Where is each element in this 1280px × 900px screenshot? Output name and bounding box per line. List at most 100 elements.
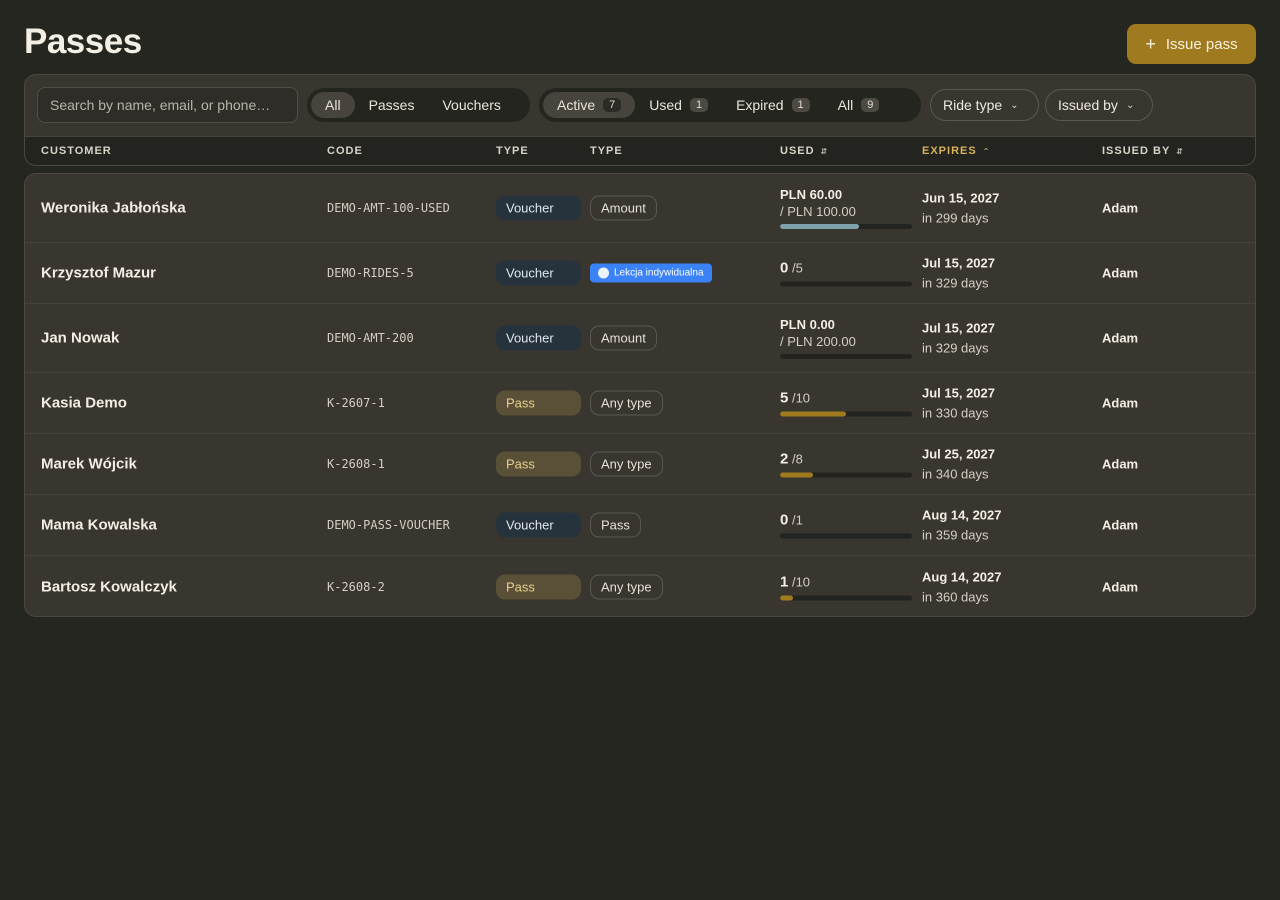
usage-cell: 2 /8 [780,451,912,478]
expiry-date: Jul 15, 2027 [922,255,995,271]
customer-name[interactable]: Kasia Demo [41,395,127,412]
ride-type-label: Ride type [943,97,1003,113]
pass-code: K-2608-1 [327,457,385,471]
expiry-relative: in 329 days [922,340,989,356]
usage-progress-bar [780,472,912,478]
status-filter-expired[interactable]: Expired 1 [722,92,824,118]
expires-cell: Jul 15, 2027 in 329 days [922,321,995,356]
kind-badge: Voucher [496,325,581,351]
expiry-relative: in 330 days [922,405,989,421]
total-amount: / PLN 200.00 [780,334,856,349]
expiry-relative: in 299 days [922,210,989,226]
column-header-subtype: TYPE [590,145,623,157]
usage-cell: 0 /1 [780,512,912,539]
issued-by-dropdown[interactable]: Issued by ⌄ [1045,89,1153,121]
column-header-issued-by[interactable]: ISSUED BY ⇵ [1102,145,1184,157]
table-row[interactable]: Krzysztof Mazur DEMO-RIDES-5 Voucher Lekcja… [25,243,1255,304]
issued-by: Adam [1102,200,1139,216]
status-filter-active[interactable]: Active 7 [543,92,636,118]
color-dot-icon [598,267,609,279]
used-count: 0 [780,511,789,529]
used-amount: PLN 0.00 [780,317,835,332]
kind-filter-vouchers[interactable]: Vouchers [428,92,514,118]
usage-progress-bar [780,354,912,359]
kind-filter: All Passes Vouchers [307,88,530,122]
total-amount: / PLN 100.00 [780,204,856,219]
issue-pass-button[interactable]: + Issue pass [1127,24,1256,64]
expires-cell: Jul 25, 2027 in 340 days [922,447,995,482]
usage-progress-bar [780,411,912,417]
used-count: 0 [780,259,789,277]
used-amount: PLN 60.00 [780,187,843,202]
status-count-badge: 9 [861,98,880,112]
pass-code: K-2607-1 [327,396,385,410]
total-count: /10 [791,574,811,589]
total-count: /1 [791,512,803,528]
pass-code: DEMO-RIDES-5 [327,266,414,280]
status-filter-used[interactable]: Used 1 [635,92,722,118]
customer-name[interactable]: Marek Wójcik [41,456,137,473]
chevron-down-icon: ⌄ [1010,99,1019,111]
table-row[interactable]: Kasia Demo K-2607-1 Pass Any type 5 /10 Jul 1… [25,373,1255,434]
expiry-date: Jun 15, 2027 [922,190,1000,206]
pass-code: K-2608-2 [327,579,385,594]
issued-by: Adam [1102,517,1139,533]
expiry-relative: in 359 days [922,527,989,543]
issued-by: Adam [1102,395,1139,411]
usage-cell: PLN 0.00 / PLN 200.00 [780,317,912,359]
usage-progress-bar [780,224,912,229]
usage-cell: 1 /10 [780,573,912,600]
filter-toolbar: All Passes Vouchers Active7 Used1 Expire… [24,74,1256,166]
table-row[interactable]: Jan Nowak DEMO-AMT-200 Voucher Amount PLN 0.… [25,304,1255,373]
lesson-type-badge: Lekcja indywidualna [590,263,712,283]
expiry-date: Aug 14, 2027 [922,569,1002,584]
pass-code: DEMO-AMT-100-USED [327,201,450,215]
table-row[interactable]: Weronika Jabłońska DEMO-AMT-100-USED Vouch… [25,174,1255,243]
table-row[interactable]: Marek Wójcik K-2608-1 Pass Any type 2 /8 Jul … [25,434,1255,495]
issued-by: Adam [1102,265,1139,281]
customer-name[interactable]: Mama Kowalska [41,517,157,534]
used-count: 1 [780,573,789,590]
column-header-expires[interactable]: EXPIRES ⌃ [922,145,990,157]
status-filter-all[interactable]: All 9 [824,92,894,118]
total-count: /10 [791,390,811,406]
status-filter: Active 7 Used 1 Expired 1 All 9 [539,88,921,122]
sort-icon: ⇵ [1176,146,1184,156]
subtype-badge: Amount [590,325,657,351]
ride-type-dropdown[interactable]: Ride type ⌄ [930,89,1039,121]
usage-progress-bar [780,281,912,287]
search-input[interactable] [37,87,298,123]
kind-filter-all[interactable]: All [311,92,355,118]
status-count-badge: 1 [689,98,709,112]
sort-ascending-icon: ⌃ [982,146,991,156]
kind-badge: Voucher [496,195,581,221]
table-row[interactable]: Mama Kowalska DEMO-PASS-VOUCHER Voucher Pas… [25,495,1255,556]
issued-by: Adam [1102,579,1139,594]
kind-filter-passes[interactable]: Passes [355,92,429,118]
expires-cell: Aug 14, 2027 in 359 days [922,508,1002,543]
customer-name[interactable]: Jan Nowak [41,330,119,347]
column-header-code: CODE [327,145,363,157]
kind-badge: Voucher [496,512,581,538]
column-header-used[interactable]: USED ⇵ [780,145,828,157]
status-count-badge: 7 [603,98,622,112]
total-count: /8 [791,451,803,467]
sort-icon: ⇵ [820,146,829,156]
usage-cell: PLN 60.00 / PLN 100.00 [780,187,912,229]
kind-badge: Pass [496,574,581,599]
expiry-date: Jul 25, 2027 [922,446,995,462]
expiry-date: Jul 15, 2027 [922,385,995,401]
customer-name[interactable]: Weronika Jabłońska [41,200,186,217]
usage-cell: 5 /10 [780,390,912,417]
plus-icon: + [1145,34,1156,54]
customer-name[interactable]: Krzysztof Mazur [41,265,156,282]
subtype-badge: Amount [590,195,657,221]
subtype-badge: Any type [590,451,663,477]
customer-name[interactable]: Bartosz Kowalczyk [41,578,177,595]
expires-cell: Jul 15, 2027 in 329 days [922,256,995,291]
expires-cell: Jul 15, 2027 in 330 days [922,386,995,421]
table-row[interactable]: Bartosz Kowalczyk K-2608-2 Pass Any type 1 /… [25,556,1255,616]
kind-badge: Pass [496,451,581,477]
subtype-badge: Any type [590,390,663,416]
table-header: CUSTOMER CODE TYPE TYPE USED ⇵ EXPIRES ⌃ I… [25,136,1255,165]
